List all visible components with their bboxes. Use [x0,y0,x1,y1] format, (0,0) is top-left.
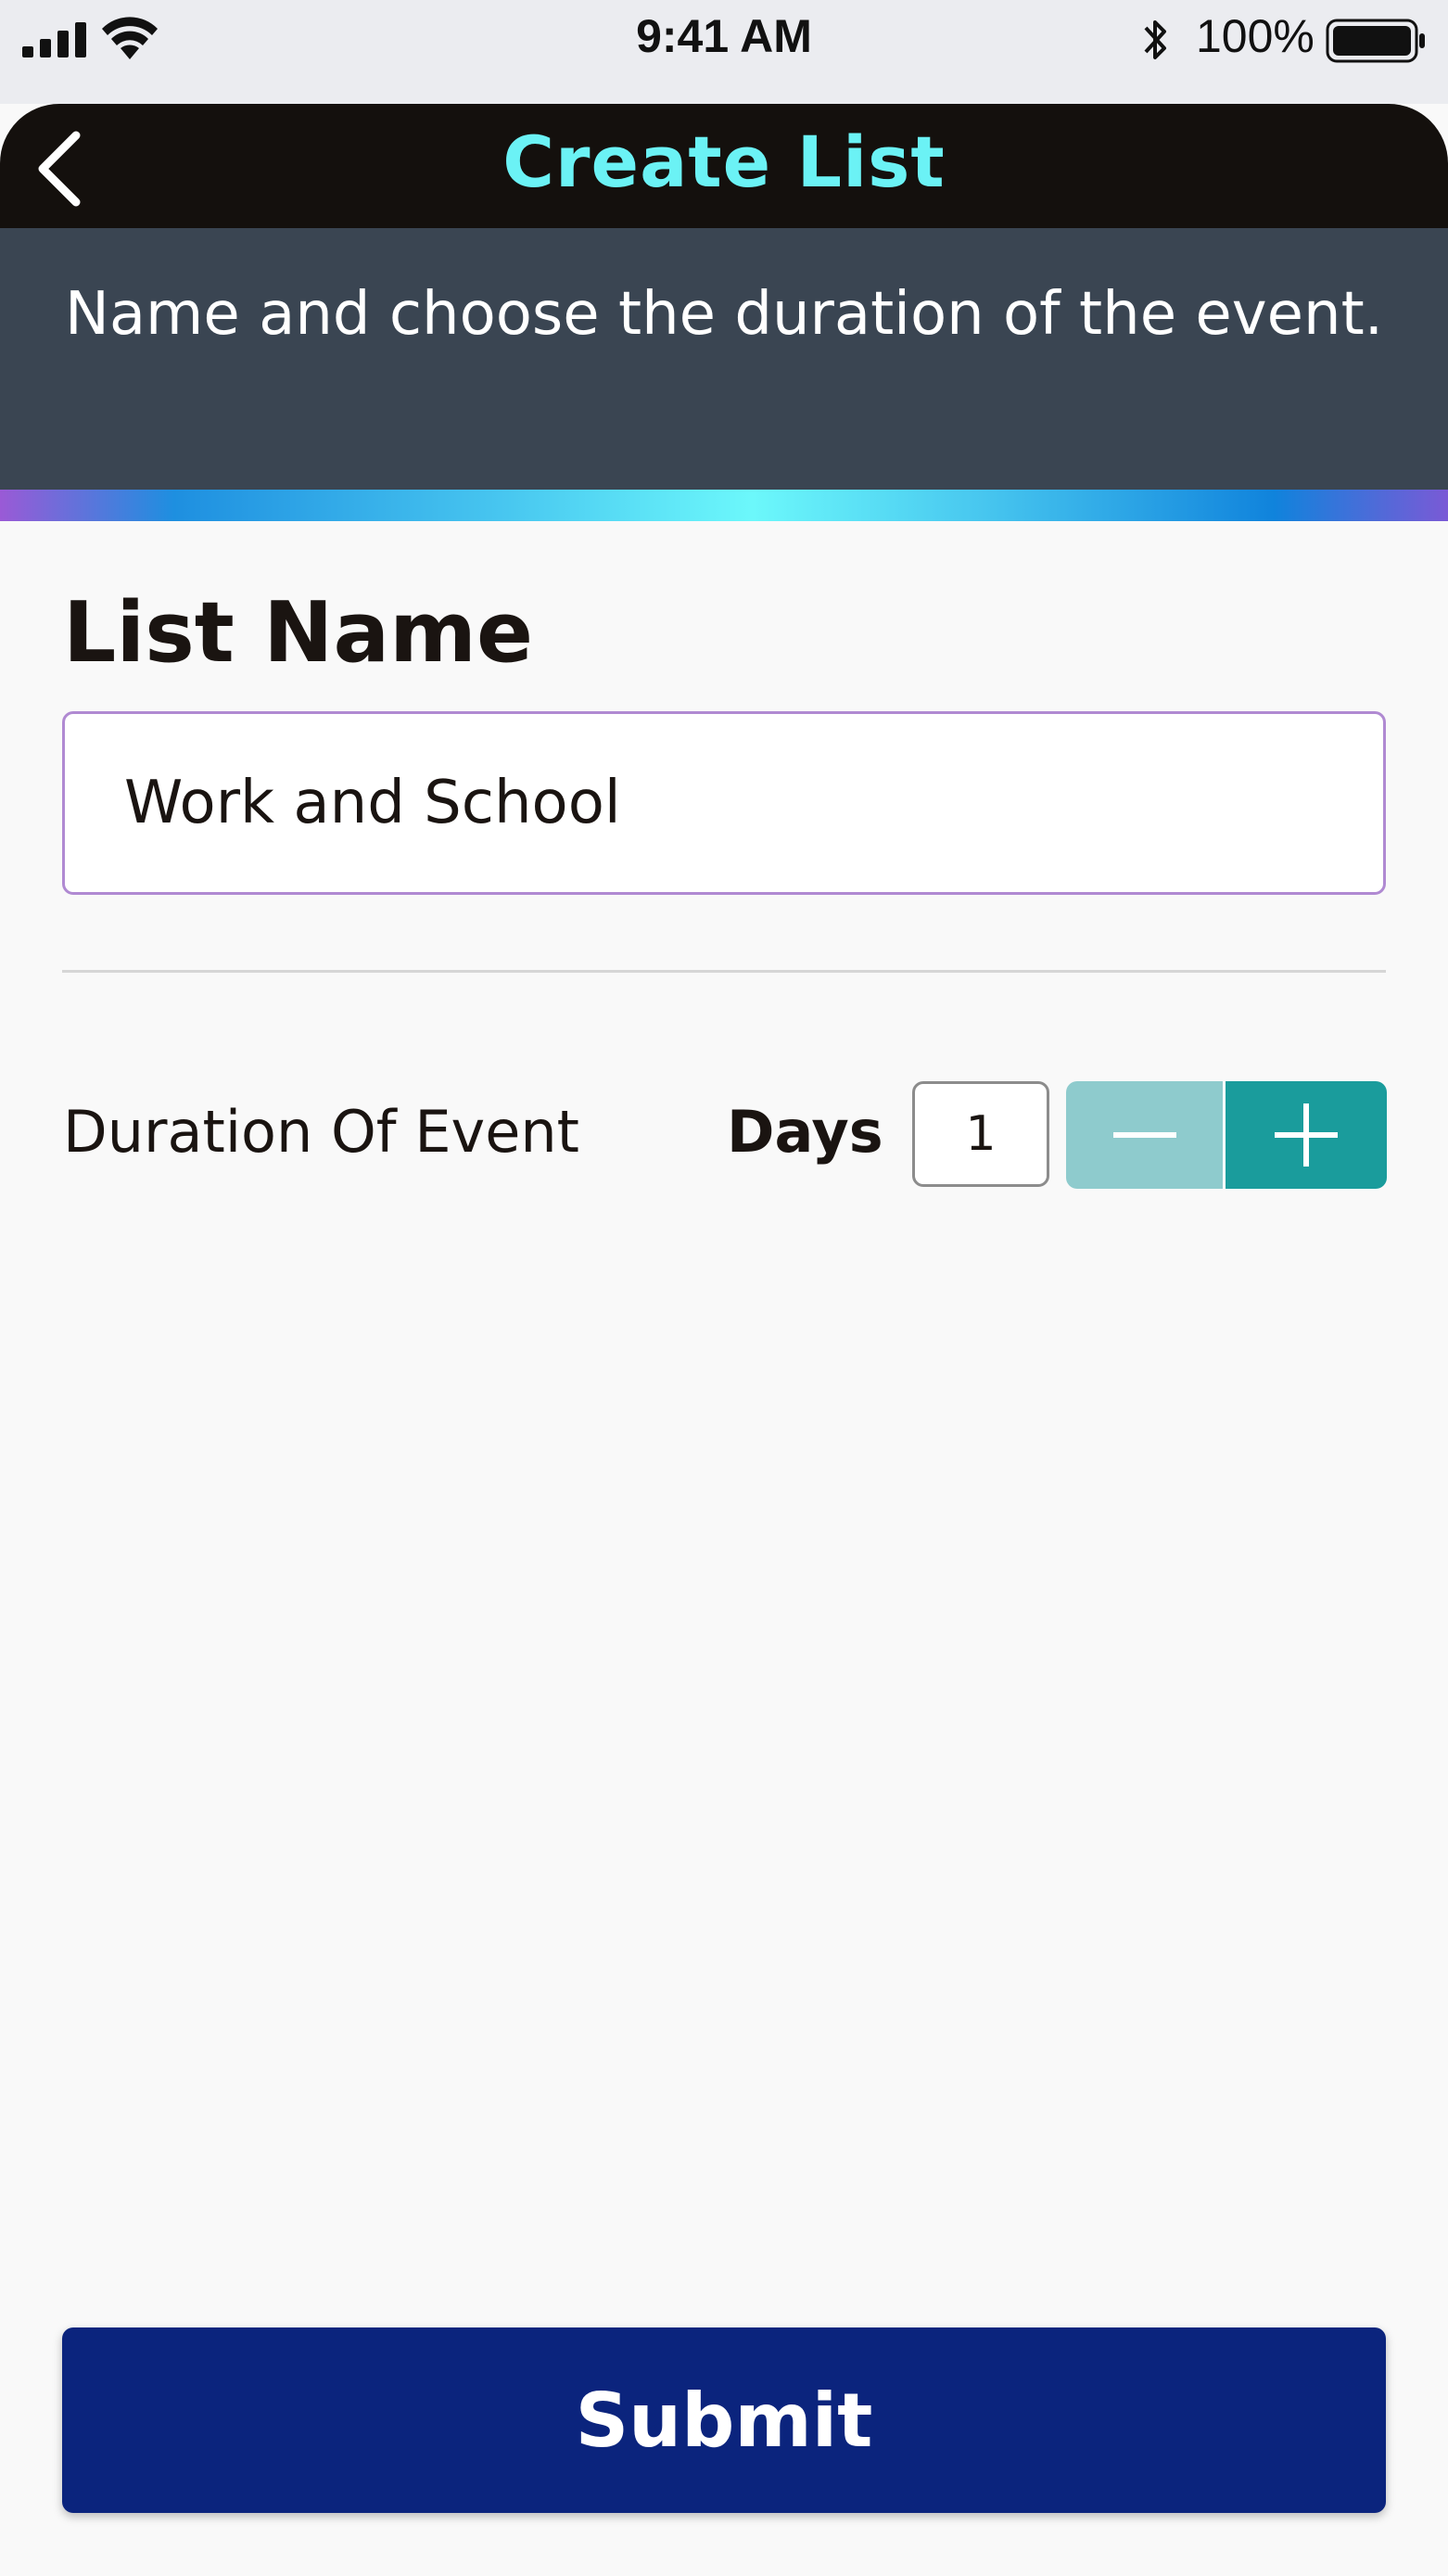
days-stepper [1066,1081,1387,1189]
instruction-banner: Name and choose the duration of the even… [0,228,1448,490]
minus-icon [1112,1132,1176,1138]
list-name-label: List Name [63,584,533,682]
section-divider [62,970,1386,973]
instruction-text: Name and choose the duration of the even… [64,280,1384,349]
bluetooth-icon [1144,20,1166,59]
decrement-button[interactable] [1066,1081,1226,1189]
duration-label: Duration Of Event [63,1098,579,1166]
nav-header: Create List [0,104,1448,228]
battery-icon [1326,19,1425,63]
page-title: Create List [502,121,946,203]
gradient-divider [0,490,1448,521]
increment-button[interactable] [1226,1081,1387,1189]
list-name-input[interactable] [62,711,1386,895]
create-list-screen: 9:41 AM 100% Create List Name and choose… [0,0,1448,2576]
days-label: Days [727,1098,883,1166]
plus-icon [1275,1103,1338,1167]
submit-button[interactable]: Submit [62,2327,1386,2513]
battery-percent: 100% [1196,10,1315,62]
days-value-field[interactable]: 1 [912,1081,1049,1187]
status-bar: 9:41 AM 100% [0,0,1448,104]
